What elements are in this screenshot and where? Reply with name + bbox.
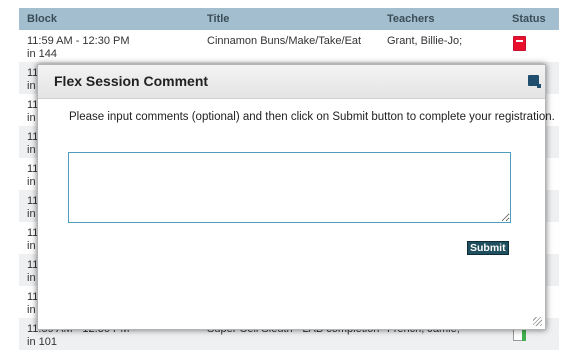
block-room: in 144 — [27, 48, 57, 60]
header-block: Block — [27, 13, 57, 25]
block-room: in — [27, 304, 36, 316]
dialog-header: Flex Session Comment — [38, 65, 545, 99]
session-title: Cinnamon Buns/Make/Take/Eat — [207, 35, 362, 47]
flex-session-comment-dialog: Flex Session Comment Please input commen… — [37, 64, 555, 330]
session-teachers: Grant, Billie-Jo; — [387, 35, 463, 47]
close-icon[interactable] — [528, 75, 541, 88]
block-time: 11:59 AM - 12:30 PM — [27, 35, 130, 47]
block-room: in — [27, 176, 36, 188]
block-room: in — [27, 144, 36, 156]
resize-grip-icon[interactable] — [533, 317, 542, 326]
block-room: in — [27, 112, 36, 124]
block-room: in — [27, 240, 36, 252]
submit-button[interactable]: Submit — [467, 241, 509, 255]
block-room: in 101 — [27, 336, 57, 348]
header-title: Title — [207, 13, 230, 25]
comment-textarea[interactable] — [68, 152, 511, 223]
block-room: in — [27, 208, 36, 220]
table-row: 11:59 AM - 12:30 PM in 144 Cinnamon Buns… — [19, 30, 559, 62]
block-room: in — [27, 80, 36, 92]
dialog-message: Please input comments (optional) and the… — [69, 111, 555, 123]
header-teachers: Teachers — [387, 13, 435, 25]
table-header: Block Title Teachers Status — [19, 8, 559, 30]
registered-red-icon[interactable] — [513, 36, 526, 51]
dialog-title: Flex Session Comment — [54, 73, 209, 89]
block-room: in — [27, 272, 36, 284]
header-status: Status — [512, 13, 546, 25]
